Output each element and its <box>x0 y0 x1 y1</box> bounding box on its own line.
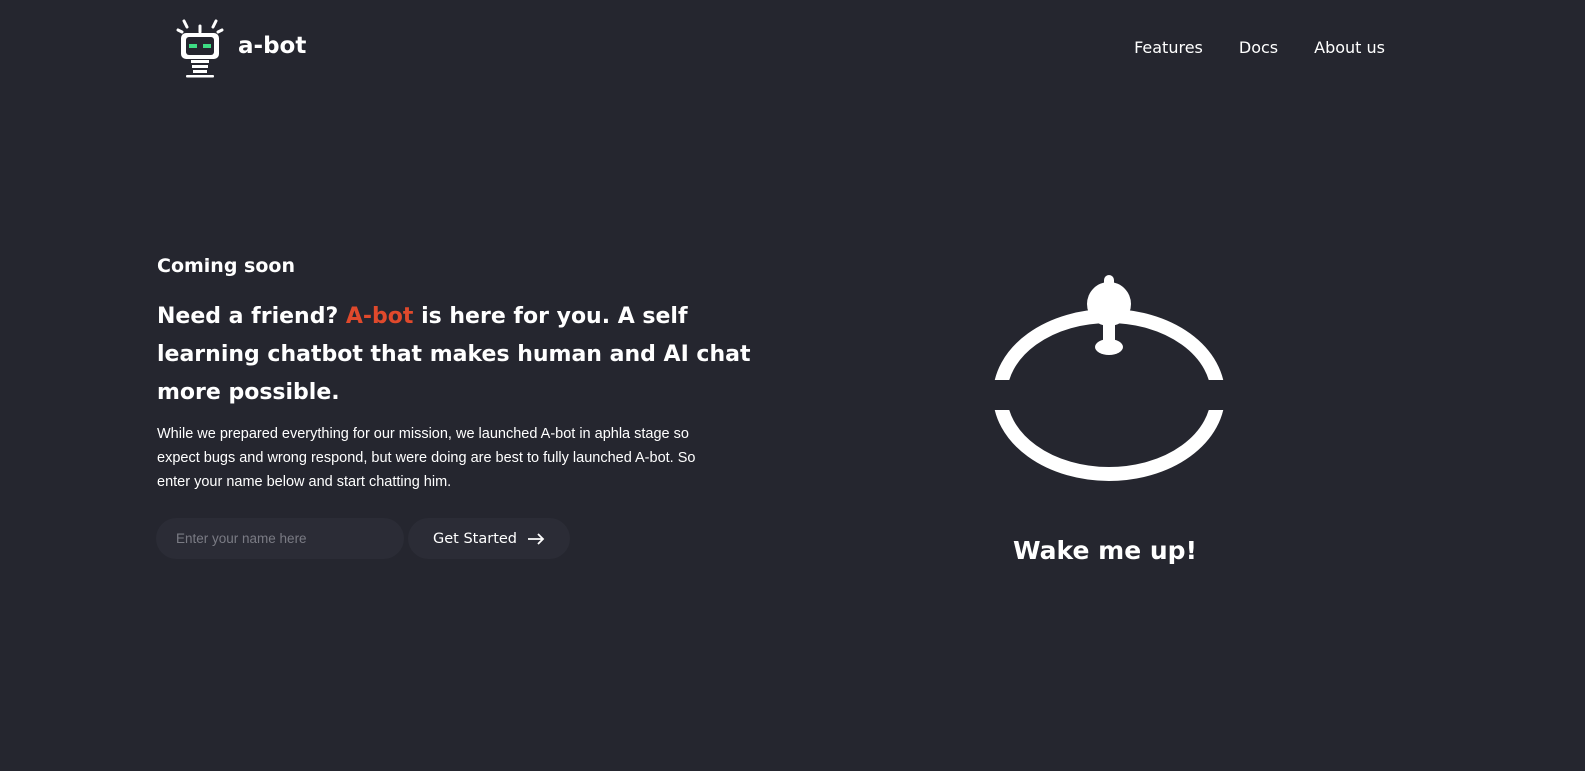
headline-pre: Need a friend? <box>157 304 346 329</box>
brand-name: a-bot <box>238 33 307 59</box>
nav-docs[interactable]: Docs <box>1239 38 1278 57</box>
get-started-button[interactable]: Get Started <box>408 518 570 559</box>
nav-about-us[interactable]: About us <box>1314 38 1385 57</box>
logo[interactable]: a-bot <box>176 18 306 80</box>
eyebrow: Coming soon <box>157 255 295 277</box>
robot-icon <box>176 19 224 78</box>
get-started-label: Get Started <box>433 530 517 547</box>
sleeping-bot-icon[interactable] <box>985 270 1235 490</box>
name-input[interactable] <box>156 518 404 559</box>
arrow-right-icon <box>528 532 545 545</box>
description: While we prepared everything for our mis… <box>157 426 696 490</box>
headline: Need a friend? A-bot is here for you. A … <box>157 298 767 412</box>
main-nav: Features Docs About us <box>1134 38 1385 57</box>
wake-caption: Wake me up! <box>1013 536 1197 565</box>
headline-accent: A-bot <box>345 304 414 329</box>
nav-features[interactable]: Features <box>1134 38 1203 57</box>
